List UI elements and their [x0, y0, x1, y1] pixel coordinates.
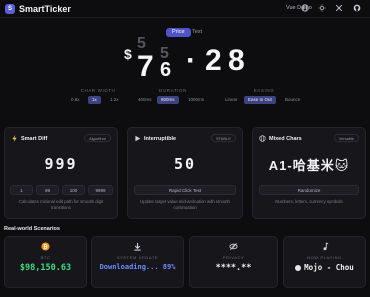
scenario-value: Mojo - Chou	[284, 263, 365, 272]
easing-option[interactable]: Ease In Out	[244, 96, 276, 104]
char-width-option[interactable]: 0.8x	[67, 96, 84, 104]
download-icon	[92, 242, 183, 253]
card-badge: Versatile	[333, 134, 359, 142]
scenario-value: ****.**	[215, 263, 252, 273]
scenario-label: NOW PLAYING	[307, 255, 342, 260]
currency-symbol: $	[124, 46, 132, 62]
svg-text:₿: ₿	[43, 244, 48, 251]
card-title: Mixed Chars	[269, 136, 302, 142]
scenario-system-update: SYSTEM UPDATE Downloading... 89%	[91, 236, 184, 288]
ticker-digit: 2	[205, 44, 222, 77]
ticker-digit: 6	[160, 59, 172, 81]
card-title: Smart Diff	[21, 136, 48, 142]
easing-option[interactable]: Bounce	[281, 96, 304, 104]
scenario-value: Downloading... 89%	[99, 263, 176, 271]
scenario-privacy: PRIVACY ****.**	[189, 236, 278, 288]
card-smart-diff: Smart Diff Algorithm 999 1 99 100 9999 C…	[4, 127, 118, 219]
vinyl-icon	[295, 265, 302, 271]
ticker-digit: 8	[228, 44, 245, 77]
bitcoin-icon: ₿	[5, 242, 86, 253]
card-description: Numbers, letters, currency symbols	[275, 199, 343, 204]
set-value-button[interactable]: 1	[10, 185, 33, 195]
section-title: Real-world Scenarios	[4, 226, 60, 232]
duration-option[interactable]: 1000ms	[184, 96, 208, 104]
decimal-point: ·	[186, 44, 196, 77]
x-icon[interactable]	[334, 4, 344, 14]
randomize-button[interactable]: Randomize	[259, 185, 359, 195]
duration-label: DURATION	[159, 88, 187, 93]
scenario-label: BTC	[40, 255, 51, 260]
scenario-now-playing: NOW PLAYING Mojo - Chou	[283, 236, 366, 288]
card-title: Interruptible	[144, 136, 177, 142]
brand-title: SmartTicker	[19, 4, 71, 14]
card-description: Calculates minimal edit path for smooth …	[18, 199, 104, 210]
duration-option[interactable]: 800ms	[157, 96, 179, 104]
easing-label: EASING	[253, 88, 275, 93]
scenario-btc: ₿ BTC $98,150.63	[4, 236, 87, 288]
card-badge: Algorithm	[84, 134, 111, 142]
card-value: A1-哈基米🐱	[268, 158, 350, 173]
set-value-button[interactable]: 100	[62, 185, 85, 195]
easing-option[interactable]: Linear	[221, 96, 242, 104]
globe-icon	[259, 135, 266, 142]
char-width-option[interactable]: 1.2x	[106, 96, 123, 104]
set-value-button[interactable]: 9999	[88, 185, 113, 195]
card-description: Update target value mid-animation with s…	[140, 199, 230, 210]
card-badge: STABLE	[210, 134, 236, 142]
play-icon	[134, 135, 141, 142]
music-icon	[284, 242, 365, 253]
scenario-label: SYSTEM UPDATE	[116, 255, 159, 260]
char-width-label: CHAR WIDTH	[80, 88, 116, 93]
now-playing-text: Mojo - Chou	[304, 263, 354, 272]
globe-icon[interactable]	[300, 4, 310, 14]
scenario-value: $98,150.63	[19, 263, 72, 273]
logo-icon: S	[5, 4, 15, 14]
github-icon[interactable]	[352, 4, 362, 14]
eye-off-icon	[190, 242, 277, 253]
ticker-digit: 7	[137, 50, 154, 83]
card-mixed-chars: Mixed Chars Versatile A1-哈基米🐱 Randomize …	[252, 127, 366, 219]
app-header: S SmartTicker Vue Demo	[0, 0, 370, 18]
card-value: 50	[173, 155, 197, 173]
lightning-icon	[11, 135, 18, 142]
tab-text[interactable]: Text	[186, 28, 208, 37]
card-value: 999	[44, 155, 78, 173]
duration-option[interactable]: 400ms	[134, 96, 156, 104]
char-width-option[interactable]: 1x	[88, 96, 101, 104]
set-value-button[interactable]: 99	[36, 185, 59, 195]
card-interruptible: Interruptible STABLE 50 Rapid Click Test…	[127, 127, 243, 219]
theme-icon[interactable]	[317, 4, 327, 14]
scenario-label: PRIVACY	[222, 255, 245, 260]
rapid-click-test-button[interactable]: Rapid Click Test	[134, 185, 236, 195]
